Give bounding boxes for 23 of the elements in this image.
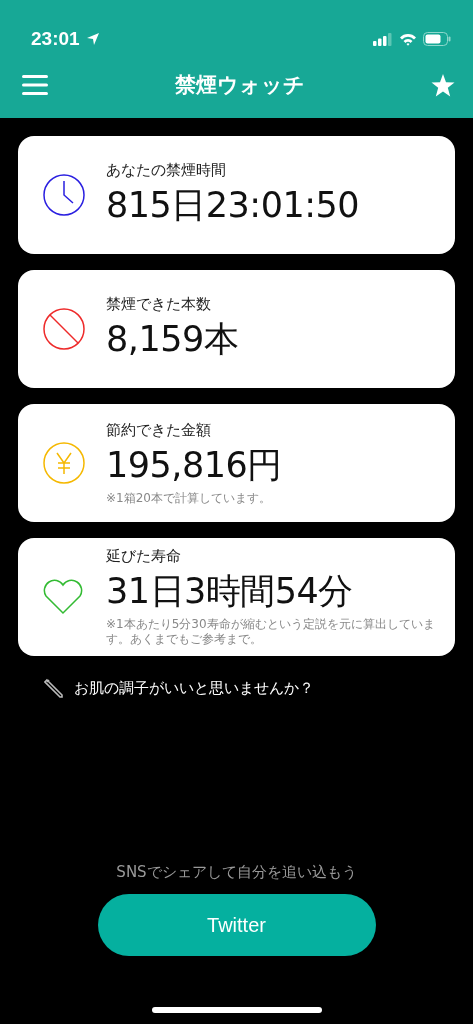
stat-label: 節約できた金額 xyxy=(106,420,211,440)
status-time: 23:01 xyxy=(31,28,80,50)
stat-value: 815日23:01:50 xyxy=(106,184,359,227)
pencil-icon xyxy=(44,678,64,698)
stat-label: 禁煙できた本数 xyxy=(106,295,211,314)
twitter-button[interactable]: Twitter xyxy=(97,894,376,956)
stat-value: 31日3時間54分 xyxy=(106,570,353,613)
app-title: 禁煙ウォッチ xyxy=(174,72,305,99)
signal-icon xyxy=(373,32,393,46)
wifi-icon xyxy=(399,32,417,46)
stat-label: 延びた寿命 xyxy=(106,547,181,566)
footnote: ※1箱20本で計算しています。 xyxy=(106,490,271,506)
menu-icon xyxy=(22,74,48,96)
share-caption: SNSでシェアして自分を追い込もう xyxy=(115,863,358,882)
location-icon xyxy=(85,32,100,46)
stat-label: あなたの禁煙時間 xyxy=(106,161,226,180)
star-icon xyxy=(431,73,455,97)
stat-value: 195,816円 xyxy=(106,443,282,487)
battery-icon xyxy=(423,32,451,46)
stat-value: 8,159本 xyxy=(106,318,239,361)
footnote: ※1本あたり5分30寿命が縮むという定説を元に算出しています。あくまでもご参考まで。 xyxy=(106,617,436,647)
menu-button[interactable] xyxy=(20,72,50,98)
tip-text: お肌の調子がいいと思いませんか？ xyxy=(74,678,314,698)
